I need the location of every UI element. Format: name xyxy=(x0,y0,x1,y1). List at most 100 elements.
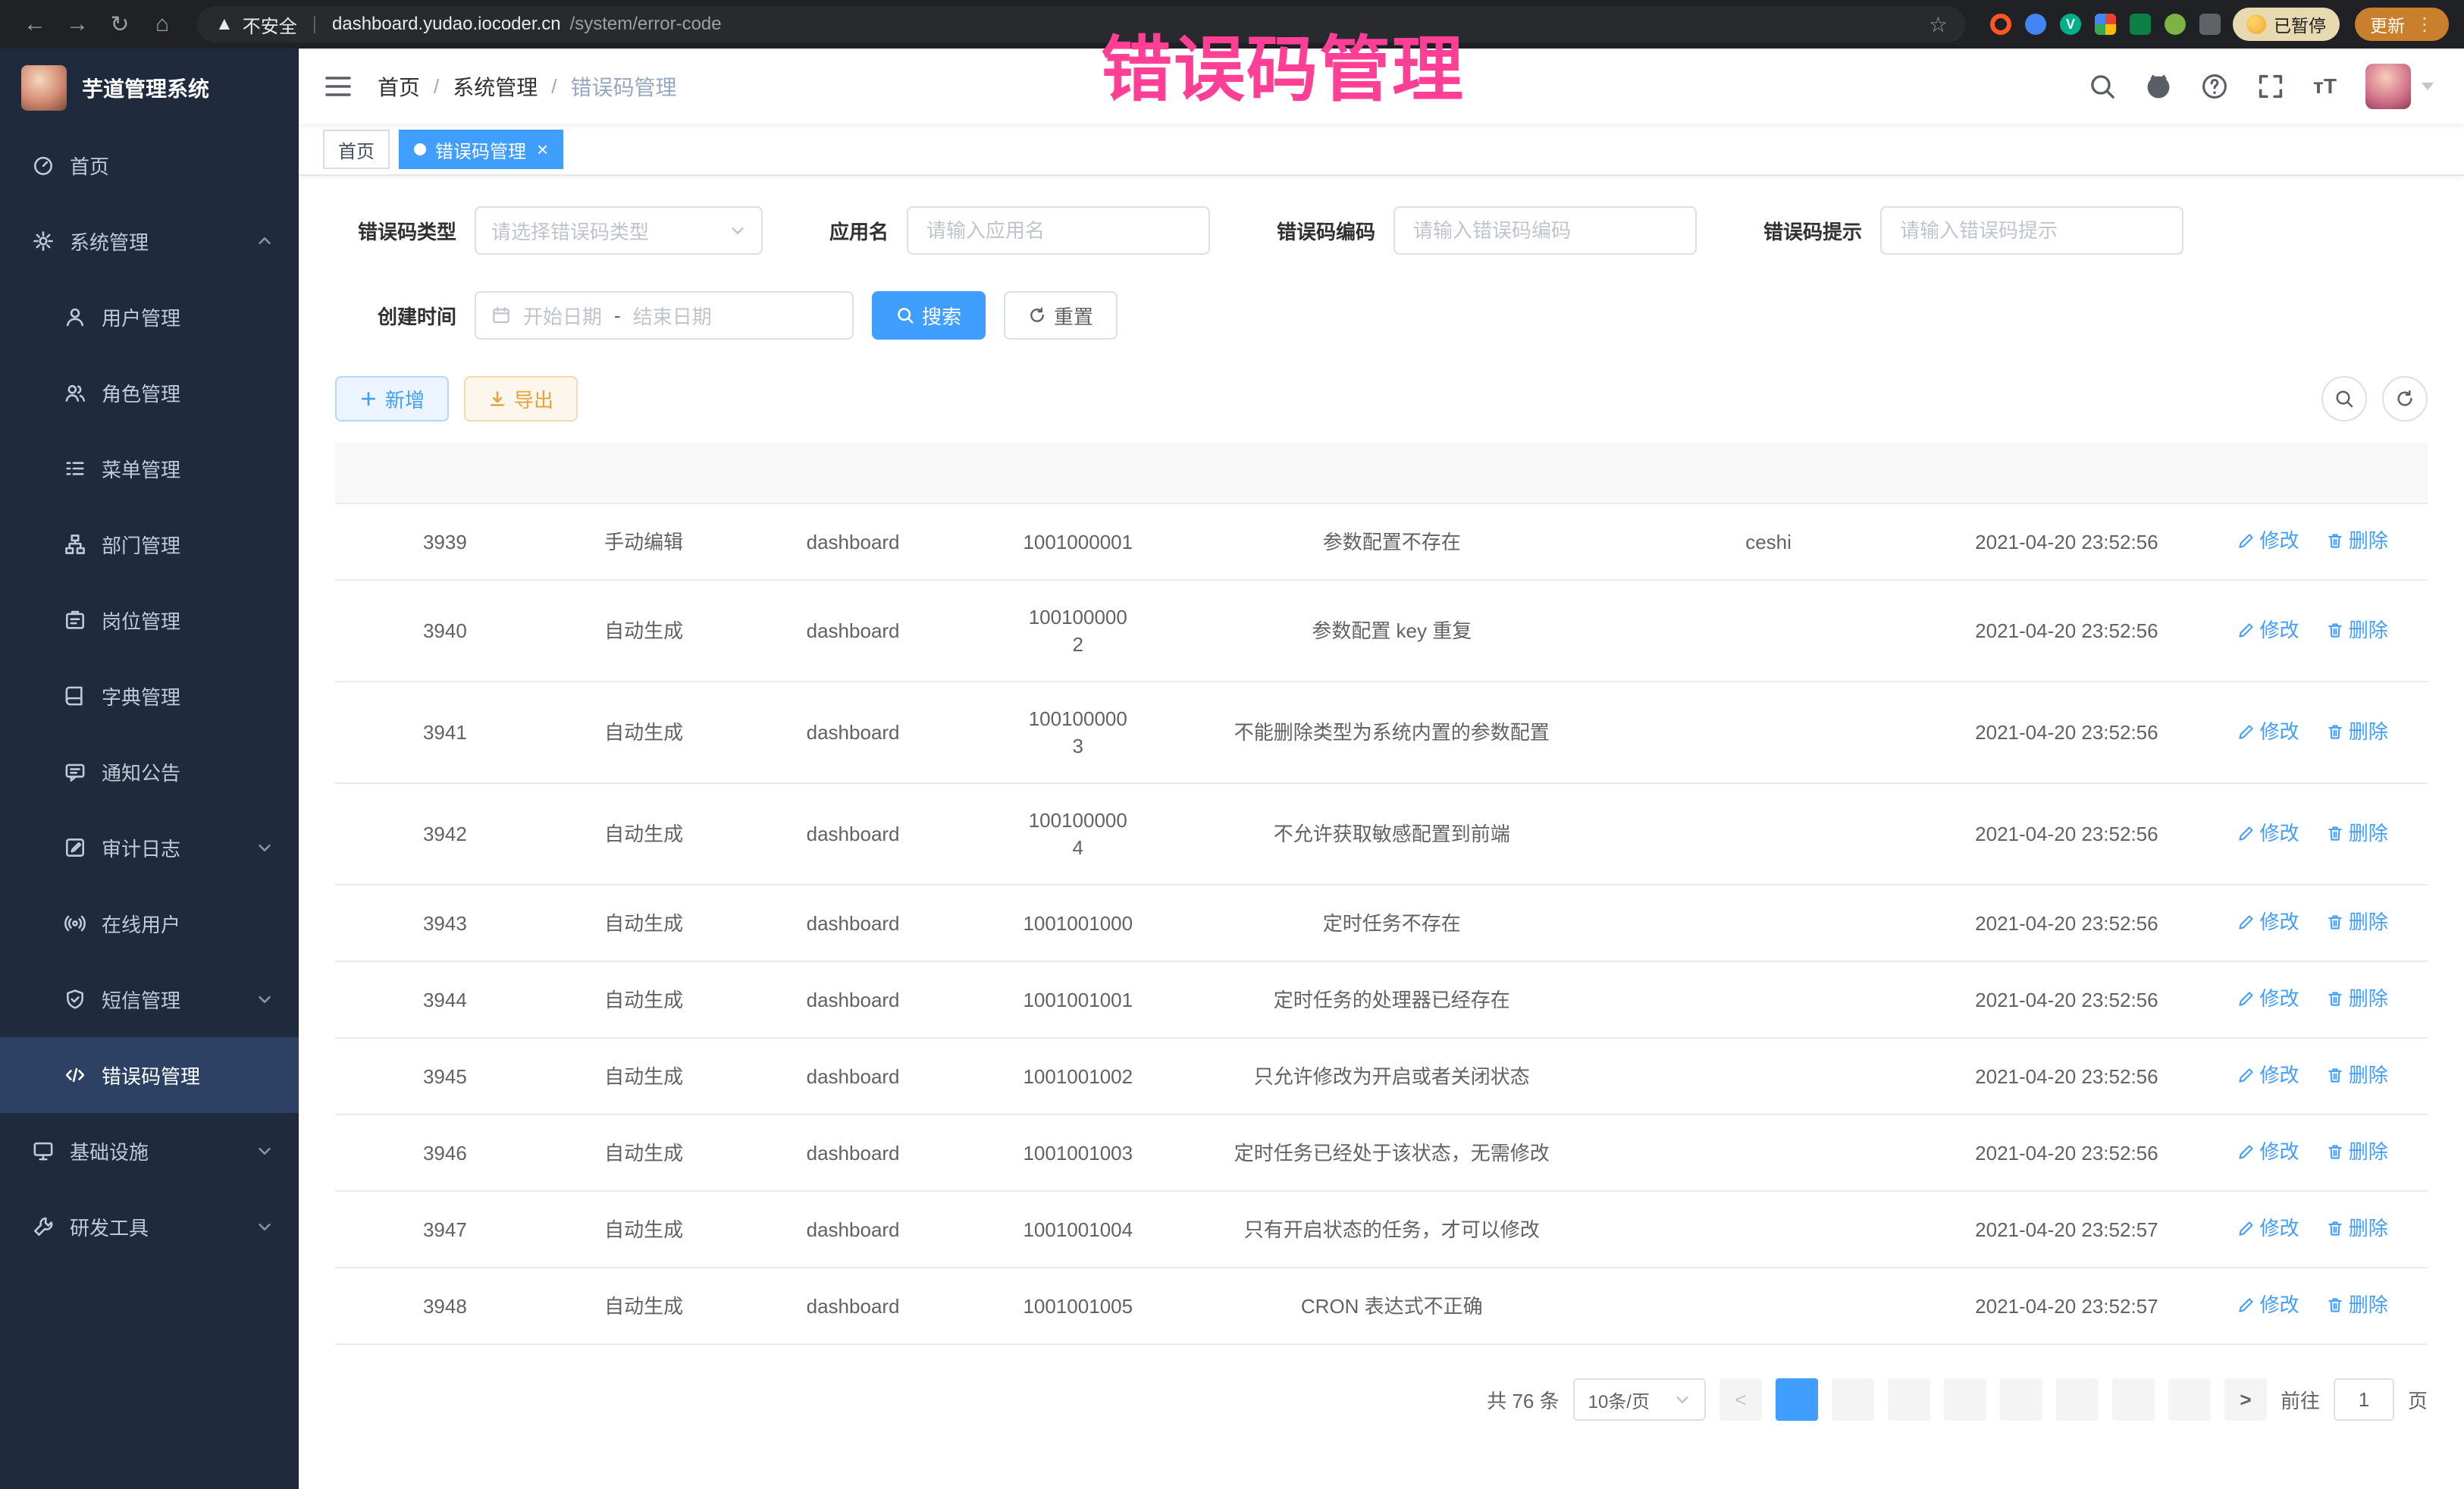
delete-link[interactable]: 删除 xyxy=(2326,616,2388,644)
page-number-button[interactable] xyxy=(2056,1378,2099,1421)
delete-link[interactable]: 删除 xyxy=(2326,718,2388,745)
reset-button[interactable]: 重置 xyxy=(1004,291,1118,340)
cell-remark xyxy=(1601,1038,1936,1114)
edit-link[interactable]: 修改 xyxy=(2237,908,2299,936)
delete-link[interactable]: 删除 xyxy=(2326,985,2388,1012)
page-number-button[interactable] xyxy=(2168,1378,2211,1421)
error-type-select[interactable]: 请选择错误码类型 xyxy=(475,206,763,255)
extension-icon[interactable] xyxy=(2095,14,2116,35)
sidebar-item[interactable]: 系统管理 xyxy=(0,203,299,279)
sidebar-item[interactable]: 基础设施 xyxy=(0,1113,299,1189)
page-size-select[interactable]: 10条/页 xyxy=(1573,1378,1706,1421)
error-code-input[interactable] xyxy=(1393,206,1697,255)
breadcrumb-item[interactable]: 错误码管理/ xyxy=(571,71,677,102)
error-hint-input[interactable] xyxy=(1880,206,2183,255)
prev-page-button[interactable]: < xyxy=(1719,1378,1762,1421)
edit-link[interactable]: 修改 xyxy=(2237,1215,2299,1242)
page-number-button[interactable] xyxy=(1944,1378,1986,1421)
sidebar-item[interactable]: 错误码管理 xyxy=(0,1037,299,1113)
extension-icon[interactable] xyxy=(2130,14,2151,35)
add-button[interactable]: 新增 xyxy=(335,376,449,422)
delete-link[interactable]: 删除 xyxy=(2326,820,2388,847)
edit-link[interactable]: 修改 xyxy=(2237,820,2299,847)
fullscreen-icon[interactable] xyxy=(2257,73,2284,100)
page-number-button[interactable] xyxy=(2000,1378,2042,1421)
delete-link[interactable]: 删除 xyxy=(2326,908,2388,936)
breadcrumb-item[interactable]: 首页/ xyxy=(378,71,453,102)
sidebar-item[interactable]: 字典管理 xyxy=(0,658,299,734)
edit-link[interactable]: 修改 xyxy=(2237,527,2299,554)
tab-home[interactable]: 首页 xyxy=(323,130,390,169)
browser-home-icon[interactable]: ⌂ xyxy=(143,11,182,37)
address-bar[interactable]: ▲ 不安全 | dashboard.yudao.iocoder.cn/syste… xyxy=(197,6,1966,42)
edit-link[interactable]: 修改 xyxy=(2237,718,2299,745)
page-number-button[interactable] xyxy=(1888,1378,1930,1421)
cell-app: dashboard xyxy=(732,580,973,682)
github-icon[interactable] xyxy=(2145,73,2172,100)
user-menu[interactable] xyxy=(2365,64,2434,109)
help-icon[interactable] xyxy=(2201,73,2228,100)
sidebar-item[interactable]: 用户管理 xyxy=(0,279,299,355)
cell-hint: 不允许获取敏感配置到前端 xyxy=(1183,783,1601,885)
edit-link[interactable]: 修改 xyxy=(2237,616,2299,644)
close-tab-icon[interactable]: × xyxy=(537,139,548,159)
cell-remark xyxy=(1601,961,1936,1038)
sidebar-item[interactable]: 审计日志 xyxy=(0,810,299,886)
security-warning-label: 不安全 xyxy=(243,11,297,38)
app-name-input[interactable] xyxy=(907,206,1210,255)
filter-time-label: 创建时间 xyxy=(335,302,456,330)
extension-icon[interactable] xyxy=(2025,14,2046,35)
page-number-button[interactable] xyxy=(1776,1378,1818,1421)
cell-id: 3946 xyxy=(335,1114,555,1191)
sidebar-collapse-icon[interactable] xyxy=(299,49,378,124)
browser-forward-icon[interactable]: → xyxy=(58,11,97,37)
extension-icon[interactable] xyxy=(2165,14,2186,35)
bookmark-star-icon[interactable]: ☆ xyxy=(1929,12,1948,37)
edit-link[interactable]: 修改 xyxy=(2237,1138,2299,1165)
delete-link[interactable]: 删除 xyxy=(2326,1061,2388,1089)
search-icon[interactable] xyxy=(2089,73,2116,100)
extensions-puzzle-icon[interactable] xyxy=(2199,14,2221,35)
toggle-search-button[interactable] xyxy=(2321,376,2367,422)
delete-link[interactable]: 删除 xyxy=(2326,1215,2388,1242)
sidebar-item[interactable]: 岗位管理 xyxy=(0,582,299,658)
sidebar-item[interactable]: 通知公告 xyxy=(0,734,299,810)
sidebar-item[interactable]: 在线用户 xyxy=(0,886,299,961)
browser-refresh-icon[interactable]: ↻ xyxy=(100,11,140,38)
refresh-table-button[interactable] xyxy=(2382,376,2428,422)
delete-link[interactable]: 删除 xyxy=(2326,527,2388,554)
sidebar-item[interactable]: 短信管理 xyxy=(0,961,299,1037)
chevron-icon xyxy=(256,1218,273,1235)
edit-link[interactable]: 修改 xyxy=(2237,1061,2299,1089)
extension-icon[interactable] xyxy=(1990,14,2011,35)
sidebar-item[interactable]: 首页 xyxy=(0,127,299,203)
page-number-button[interactable] xyxy=(2112,1378,2155,1421)
date-range-picker[interactable]: 开始日期 - 结束日期 xyxy=(475,291,854,340)
sidebar-item[interactable]: 研发工具 xyxy=(0,1189,299,1265)
edit-link[interactable]: 修改 xyxy=(2237,1291,2299,1318)
breadcrumb-item[interactable]: 系统管理/ xyxy=(453,71,570,102)
next-page-button[interactable]: > xyxy=(2224,1378,2267,1421)
goto-page-input[interactable] xyxy=(2334,1378,2394,1421)
delete-link[interactable]: 删除 xyxy=(2326,1138,2388,1165)
browser-update-button[interactable]: 更新 ⋮ xyxy=(2355,8,2449,41)
delete-link[interactable]: 删除 xyxy=(2326,1291,2388,1318)
tab-error-code[interactable]: 错误码管理 × xyxy=(399,130,563,169)
sidebar-item[interactable]: 角色管理 xyxy=(0,355,299,431)
browser-menu-kebab-icon[interactable]: ⋮ xyxy=(2415,14,2434,36)
goto-page-unit: 页 xyxy=(2408,1386,2428,1414)
cell-code: 1001001002 xyxy=(973,1038,1183,1114)
edit-link[interactable]: 修改 xyxy=(2237,985,2299,1012)
calendar-icon xyxy=(491,306,511,325)
page-number-button[interactable] xyxy=(1832,1378,1874,1421)
sidebar-item[interactable]: 部门管理 xyxy=(0,506,299,582)
extension-icon[interactable]: V xyxy=(2060,14,2081,35)
font-size-icon[interactable]: тT xyxy=(2313,74,2337,99)
browser-profile-chip[interactable]: 已暂停 xyxy=(2233,8,2340,41)
sidebar-item[interactable]: 菜单管理 xyxy=(0,431,299,506)
filter-type-label: 错误码类型 xyxy=(335,217,456,245)
browser-back-icon[interactable]: ← xyxy=(15,11,55,37)
export-button[interactable]: 导出 xyxy=(464,376,578,422)
sidebar-menu: 首页 系统管理 用户管理 角色管理 菜单管理 部门管理 xyxy=(0,127,299,1265)
search-button[interactable]: 搜索 xyxy=(872,291,986,340)
